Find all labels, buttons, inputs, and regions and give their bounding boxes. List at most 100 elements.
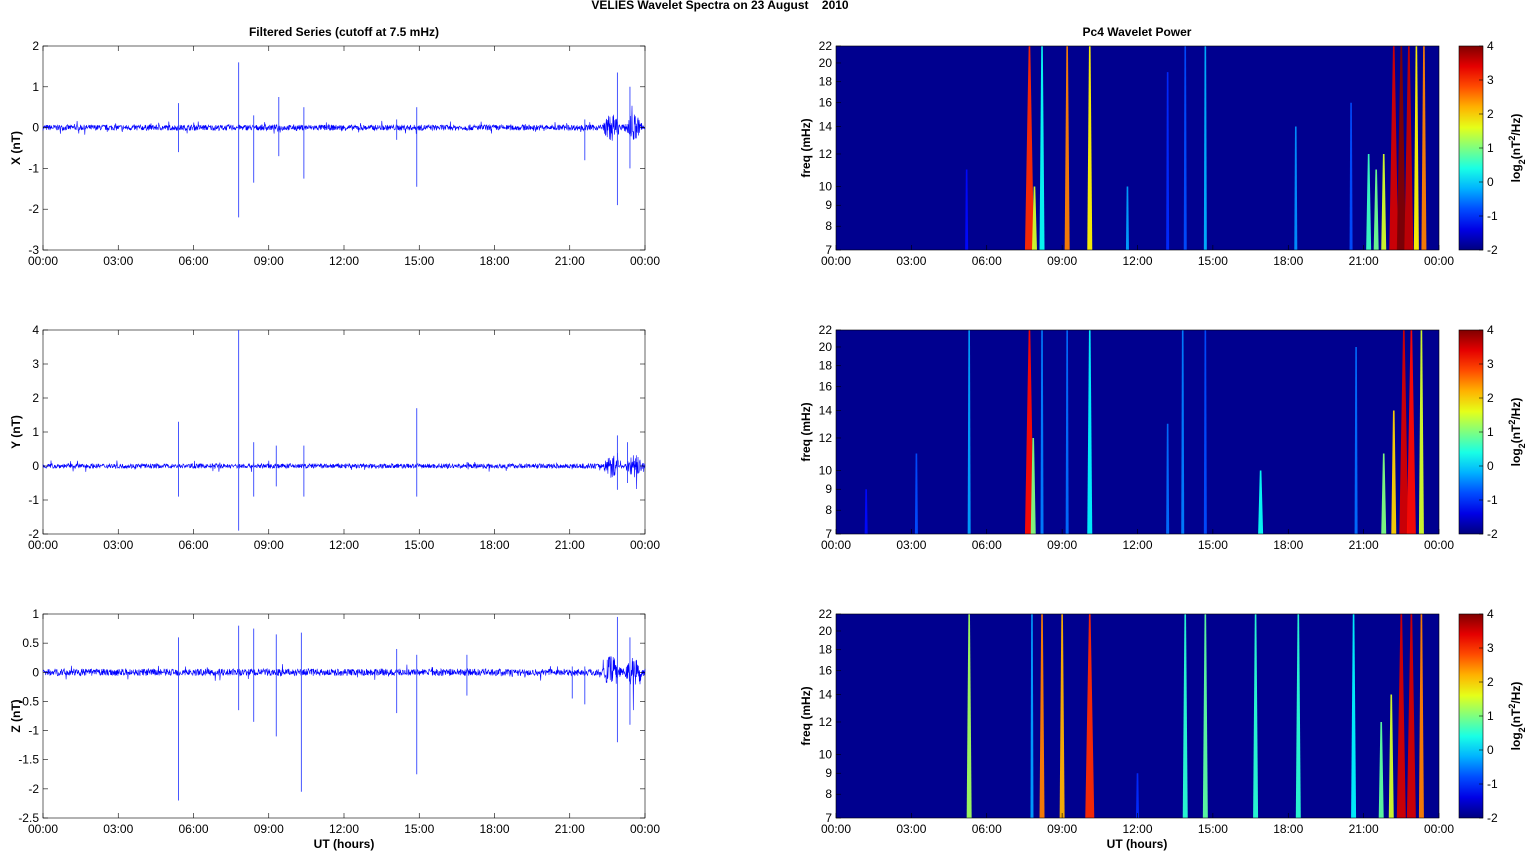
x-tick-label: 15:00 bbox=[404, 254, 434, 268]
freq-tick-label: 12 bbox=[819, 431, 833, 445]
x-tick-label: 21:00 bbox=[1349, 254, 1379, 268]
x-tick-label: 09:00 bbox=[254, 538, 284, 552]
freq-tick-label: 9 bbox=[825, 482, 832, 496]
freq-axis-label: freq (mHz) bbox=[799, 686, 813, 745]
y-tick-label: 2 bbox=[32, 39, 39, 53]
y-tick-label: 0.5 bbox=[22, 636, 39, 650]
colorbar-2: -2 -1 0 1 2 3 4 log2(nT2/Hz) bbox=[1458, 607, 1526, 825]
x-tick-label: 18:00 bbox=[479, 538, 509, 552]
y-tick-label: 3 bbox=[32, 357, 39, 371]
colorbar-tick-label: 1 bbox=[1487, 141, 1494, 155]
freq-tick-label: 10 bbox=[819, 179, 833, 193]
x-tick-label: 06:00 bbox=[972, 254, 1002, 268]
x-tick-label: 18:00 bbox=[1273, 254, 1303, 268]
colorbar-label-part: /Hz) bbox=[1509, 682, 1523, 704]
freq-tick-label: 16 bbox=[819, 664, 833, 678]
x-tick-label: 00:00 bbox=[821, 822, 851, 836]
freq-tick-label: 8 bbox=[825, 219, 832, 233]
colorbar-tick-label: -1 bbox=[1487, 209, 1498, 223]
freq-axis-label: freq (mHz) bbox=[799, 118, 813, 177]
x-tick-label: 00:00 bbox=[821, 254, 851, 268]
x-tick-label: 00:00 bbox=[28, 254, 58, 268]
freq-tick-label: 12 bbox=[819, 147, 833, 161]
x-tick-label: 21:00 bbox=[555, 538, 585, 552]
colorbar-tick-label: 0 bbox=[1487, 175, 1494, 189]
freq-tick-label: 10 bbox=[819, 463, 833, 477]
colorbar-label-part: log bbox=[1509, 732, 1523, 750]
colorbar-label: log2(nT2/Hz) bbox=[1507, 682, 1526, 751]
timeseries-axes-1: -2-10123400:00 03:00 06:00 09:00 12:00 15:00 1… bbox=[9, 323, 660, 552]
colorbar-tick-label: 4 bbox=[1487, 39, 1494, 53]
spectrogram-axes-1: 7891012141618202200:00 03:00 06:00 09:00 12:… bbox=[799, 323, 1454, 552]
colorbar-tick-label: 2 bbox=[1487, 107, 1494, 121]
freq-tick-label: 8 bbox=[825, 787, 832, 801]
freq-tick-label: 18 bbox=[819, 359, 833, 373]
colorbar-tick-label: 0 bbox=[1487, 459, 1494, 473]
x-tick-label: 00:00 bbox=[1424, 822, 1454, 836]
freq-tick-label: 18 bbox=[819, 75, 833, 89]
left-column-title: Filtered Series (cutoff at 7.5 mHz) bbox=[249, 25, 439, 39]
x-tick-label: 18:00 bbox=[479, 254, 509, 268]
x-tick-label: 00:00 bbox=[28, 538, 58, 552]
x-tick-label: 21:00 bbox=[555, 822, 585, 836]
x-tick-label: 09:00 bbox=[1047, 822, 1077, 836]
freq-tick-label: 16 bbox=[819, 380, 833, 394]
x-tick-label: 09:00 bbox=[1047, 538, 1077, 552]
x-tick-label: 09:00 bbox=[1047, 254, 1077, 268]
figure-title: VELIES Wavelet Spectra on 23 August 2010 bbox=[591, 0, 849, 12]
x-tick-label: 00:00 bbox=[1424, 538, 1454, 552]
y-tick-label: 2 bbox=[32, 391, 39, 405]
freq-tick-label: 20 bbox=[819, 340, 833, 354]
x-tick-label: 03:00 bbox=[896, 822, 926, 836]
x-tick-label: 15:00 bbox=[1198, 822, 1228, 836]
y-tick-label: 0 bbox=[32, 121, 39, 135]
spectrogram-background bbox=[836, 46, 1439, 250]
colorbar-tick-label: 4 bbox=[1487, 607, 1494, 621]
colorbar-label-part: (nT bbox=[1509, 140, 1523, 159]
x-tick-label: 15:00 bbox=[1198, 254, 1228, 268]
x-tick-label: 21:00 bbox=[1349, 822, 1379, 836]
x-tick-label: 18:00 bbox=[479, 822, 509, 836]
plot-frame bbox=[42, 45, 646, 251]
x-tick-label: 09:00 bbox=[254, 254, 284, 268]
colorbar-label: log2(nT2/Hz) bbox=[1507, 114, 1526, 183]
colorbar-label-part: /Hz) bbox=[1509, 114, 1523, 136]
colorbar-tick-label: 3 bbox=[1487, 641, 1494, 655]
right-column-title: Pc4 Wavelet Power bbox=[1083, 25, 1192, 39]
freq-tick-label: 9 bbox=[825, 198, 832, 212]
x-axis-label-left: UT (hours) bbox=[314, 837, 375, 851]
x-tick-label: 12:00 bbox=[329, 822, 359, 836]
x-tick-label: 03:00 bbox=[103, 822, 133, 836]
freq-tick-label: 20 bbox=[819, 624, 833, 638]
colorbar-tick-label: 2 bbox=[1487, 391, 1494, 405]
timeseries-axes-2: -2.5-2-1.5-1-0.500.5100:00 03:00 06:00 09:0… bbox=[9, 607, 660, 836]
y-tick-label: -2 bbox=[28, 782, 39, 796]
colorbar-tick-label: 3 bbox=[1487, 357, 1494, 371]
colorbar-tick-label: 1 bbox=[1487, 425, 1494, 439]
y-tick-label: 0 bbox=[32, 665, 39, 679]
colorbar-label-part: /Hz) bbox=[1509, 398, 1523, 420]
freq-tick-label: 18 bbox=[819, 643, 833, 657]
x-tick-label: 21:00 bbox=[555, 254, 585, 268]
y-tick-label: 1 bbox=[32, 80, 39, 94]
y-tick-label: -2 bbox=[28, 202, 39, 216]
x-tick-label: 12:00 bbox=[1122, 254, 1152, 268]
wavelet-figure: VELIES Wavelet Spectra on 23 August 2010… bbox=[9, 0, 1526, 851]
freq-tick-label: 8 bbox=[825, 503, 832, 517]
y-tick-label: -1 bbox=[28, 161, 39, 175]
y-tick-label: -1 bbox=[28, 724, 39, 738]
x-tick-label: 18:00 bbox=[1273, 822, 1303, 836]
y-axis-label: Z (nT) bbox=[9, 699, 23, 732]
x-tick-label: 00:00 bbox=[630, 538, 660, 552]
x-tick-label: 21:00 bbox=[1349, 538, 1379, 552]
colorbar-tick-label: 2 bbox=[1487, 675, 1494, 689]
freq-tick-label: 22 bbox=[819, 323, 833, 337]
colorbar-tick-label: -1 bbox=[1487, 777, 1498, 791]
spectrogram-axes-2: 7891012141618202200:00 03:00 06:00 09:00 12:… bbox=[799, 607, 1454, 836]
colorbar-1: -2 -1 0 1 2 3 4 log2(nT2/Hz) bbox=[1458, 323, 1526, 541]
colorbar-tick-label: 1 bbox=[1487, 709, 1494, 723]
x-tick-label: 03:00 bbox=[103, 538, 133, 552]
x-tick-label: 06:00 bbox=[178, 254, 208, 268]
x-axis-label-right: UT (hours) bbox=[1107, 837, 1168, 851]
freq-tick-label: 14 bbox=[819, 404, 833, 418]
